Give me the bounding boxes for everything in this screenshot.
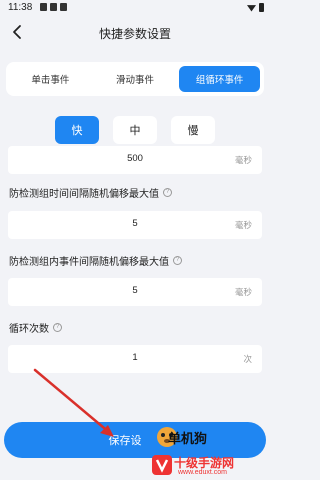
group-interval-value: 5 xyxy=(132,218,138,229)
notification-icon xyxy=(40,3,47,11)
loop-count-label-row: 循环次数 ? xyxy=(9,320,62,335)
tab-click-event[interactable]: 单击事件 xyxy=(10,66,91,92)
tab-swipe-event[interactable]: 滑动事件 xyxy=(95,66,176,92)
group-interval-label: 防检测组时间间隔随机偏移最大值 xyxy=(9,189,159,200)
help-icon[interactable]: ? xyxy=(163,188,172,197)
speed-slow-button[interactable]: 慢 xyxy=(171,116,215,144)
notification-icon xyxy=(50,3,57,11)
loop-count-value: 1 xyxy=(132,352,138,363)
system-icons xyxy=(247,3,264,12)
notification-icon xyxy=(60,3,67,11)
header: 快捷参数设置 xyxy=(0,16,270,48)
event-interval-field[interactable]: 5 毫秒 xyxy=(8,278,262,306)
group-interval-label-row: 防检测组时间间隔随机偏移最大值 ? xyxy=(9,185,172,200)
watermark-url: www.eduxt.com xyxy=(178,469,228,476)
annotation-arrow-icon xyxy=(33,368,114,437)
group-interval-field[interactable]: 5 毫秒 xyxy=(8,211,262,239)
watermark-brand: 单机狗 xyxy=(168,432,208,447)
battery-icon xyxy=(259,3,264,12)
group-interval-unit: 毫秒 xyxy=(234,221,252,231)
event-interval-label: 防检测组内事件间隔随机偏移最大值 xyxy=(9,257,169,268)
event-type-tabs: 单击事件 滑动事件 组循环事件 xyxy=(6,62,264,96)
event-interval-value: 5 xyxy=(132,285,138,296)
loop-count-unit: 次 xyxy=(243,355,252,365)
interval-field[interactable]: 500 毫秒 xyxy=(8,146,262,174)
interval-unit: 毫秒 xyxy=(234,156,252,166)
event-interval-label-row: 防检测组内事件间隔随机偏移最大值 ? xyxy=(9,253,182,268)
page-title: 快捷参数设置 xyxy=(98,27,171,41)
site-logo-icon xyxy=(152,455,172,475)
notification-icons xyxy=(40,3,67,11)
status-time: 11:38 xyxy=(8,2,33,13)
tab-group-loop-event[interactable]: 组循环事件 xyxy=(179,66,261,92)
help-icon[interactable]: ? xyxy=(53,323,62,332)
wifi-icon xyxy=(247,5,256,12)
status-bar: 11:38 xyxy=(0,0,270,16)
loop-count-label: 循环次数 xyxy=(9,324,49,335)
help-icon[interactable]: ? xyxy=(173,256,182,265)
speed-fast-button[interactable]: 快 xyxy=(55,116,99,144)
event-interval-unit: 毫秒 xyxy=(234,288,252,298)
interval-value: 500 xyxy=(127,153,143,164)
speed-selector: 快 中 慢 xyxy=(0,116,270,146)
speed-medium-button[interactable]: 中 xyxy=(113,116,157,144)
